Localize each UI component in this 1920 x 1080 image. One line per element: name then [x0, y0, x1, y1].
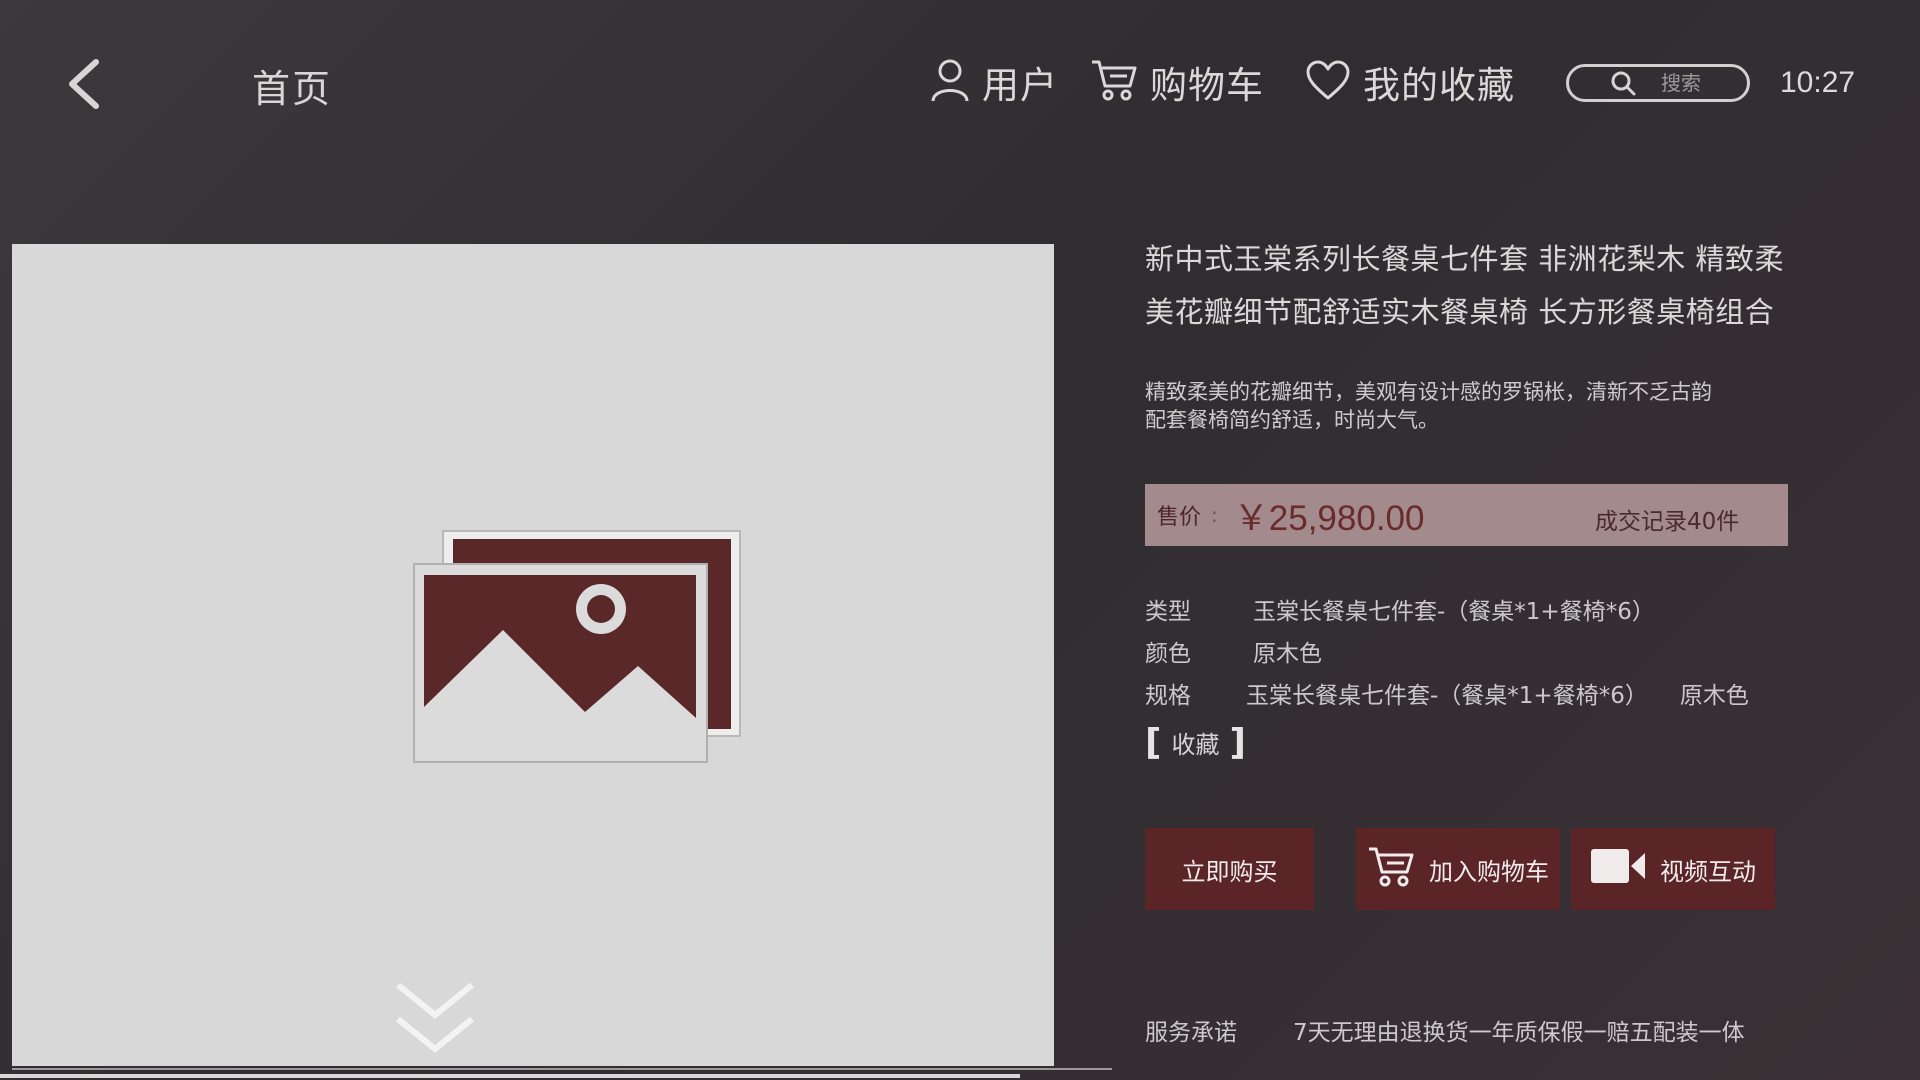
nav-favorites-label: 我的收藏	[1363, 64, 1515, 107]
search-icon[interactable]	[1609, 69, 1637, 97]
product-description: 精致柔美的花瓣细节，美观有设计感的罗锅枨，清新不乏古韵 配套餐椅简约舒适，时尚大…	[1145, 378, 1805, 434]
video-interaction-button[interactable]: 视频互动	[1571, 828, 1775, 910]
clock: 10:27	[1780, 66, 1856, 99]
spec-value[interactable]: 原木色	[1680, 676, 1749, 710]
add-to-cart-button[interactable]: 加入购物车	[1356, 828, 1560, 910]
spec-row-type: 类型 玉棠长餐桌七件套-（餐桌*1+餐椅*6）	[1145, 592, 1655, 626]
scrollbar[interactable]	[0, 1074, 1020, 1078]
cart-icon	[1090, 58, 1138, 106]
video-camera-icon	[1590, 847, 1660, 891]
nav-favorites[interactable]: 我的收藏	[1305, 56, 1515, 108]
nav-cart-label: 购物车	[1150, 64, 1264, 107]
service-key: 服务承诺	[1145, 1020, 1237, 1046]
price-separator: :	[1211, 503, 1218, 527]
page-title[interactable]: 首页	[252, 58, 332, 113]
spec-key: 类型	[1145, 599, 1191, 625]
description-line: 配套餐椅简约舒适，时尚大气。	[1145, 408, 1439, 432]
service-promise: 服务承诺 7天无理由退换货一年质保假一赔五配装一体	[1145, 1013, 1745, 1047]
product-title-line: 美花瓣细节配舒适实木餐桌椅 长方形餐桌椅组合	[1145, 295, 1775, 329]
video-label: 视频互动	[1660, 857, 1756, 886]
bracket-right: ]	[1229, 722, 1246, 763]
deal-record-link[interactable]: 成交记录40件	[1595, 502, 1739, 536]
spec-key: 规格	[1145, 683, 1191, 709]
price-value: ￥25,980.00	[1233, 498, 1425, 538]
spec-key: 颜色	[1145, 641, 1191, 667]
add-to-cart-label: 加入购物车	[1429, 857, 1549, 886]
spec-value[interactable]: 原木色	[1253, 634, 1322, 668]
nav-user[interactable]: 用户	[930, 56, 1058, 108]
search-box[interactable]	[1566, 64, 1750, 102]
spec-value[interactable]: 玉棠长餐桌七件套-（餐桌*1+餐椅*6）	[1253, 592, 1655, 626]
price-bar: 售价 : ￥25,980.00 成交记录40件	[1145, 484, 1788, 546]
spec-value[interactable]: 玉棠长餐桌七件套-（餐桌*1+餐椅*6）	[1246, 676, 1648, 710]
header: 首页 用户 购物车 我的收藏 搜索 10:27	[0, 0, 1920, 170]
buy-now-label: 立即购买	[1181, 857, 1278, 886]
nav-cart[interactable]: 购物车	[1090, 56, 1264, 108]
favorite-button[interactable]: [ 收藏 ]	[1145, 722, 1246, 763]
buy-now-button[interactable]: 立即购买	[1145, 828, 1314, 910]
cart-icon	[1367, 845, 1429, 893]
product-image[interactable]	[12, 244, 1054, 1066]
user-icon	[930, 57, 970, 107]
spec-row-color: 颜色 原木色	[1145, 634, 1322, 668]
image-placeholder-icon	[412, 529, 742, 764]
divider	[12, 1068, 1112, 1070]
bracket-left: [	[1145, 722, 1162, 763]
scroll-down-chevron-icon[interactable]	[390, 979, 480, 1059]
product-title: 新中式玉棠系列长餐桌七件套 非洲花梨木 精致柔 美花瓣细节配舒适实木餐桌椅 长方…	[1145, 233, 1805, 339]
service-value: 7天无理由退换货一年质保假一赔五配装一体	[1293, 1020, 1745, 1046]
heart-icon	[1305, 59, 1351, 105]
spec-row-size: 规格 玉棠长餐桌七件套-（餐桌*1+餐椅*6） 原木色	[1145, 676, 1749, 710]
nav-user-label: 用户	[982, 64, 1058, 107]
product-title-line: 新中式玉棠系列长餐桌七件套 非洲花梨木 精致柔	[1145, 242, 1784, 276]
favorite-label: 收藏	[1171, 731, 1220, 759]
back-arrow-icon[interactable]	[62, 56, 112, 112]
description-line: 精致柔美的花瓣细节，美观有设计感的罗锅枨，清新不乏古韵	[1145, 380, 1712, 404]
search-input[interactable]	[1659, 70, 1743, 96]
price-label: 售价	[1157, 505, 1202, 530]
